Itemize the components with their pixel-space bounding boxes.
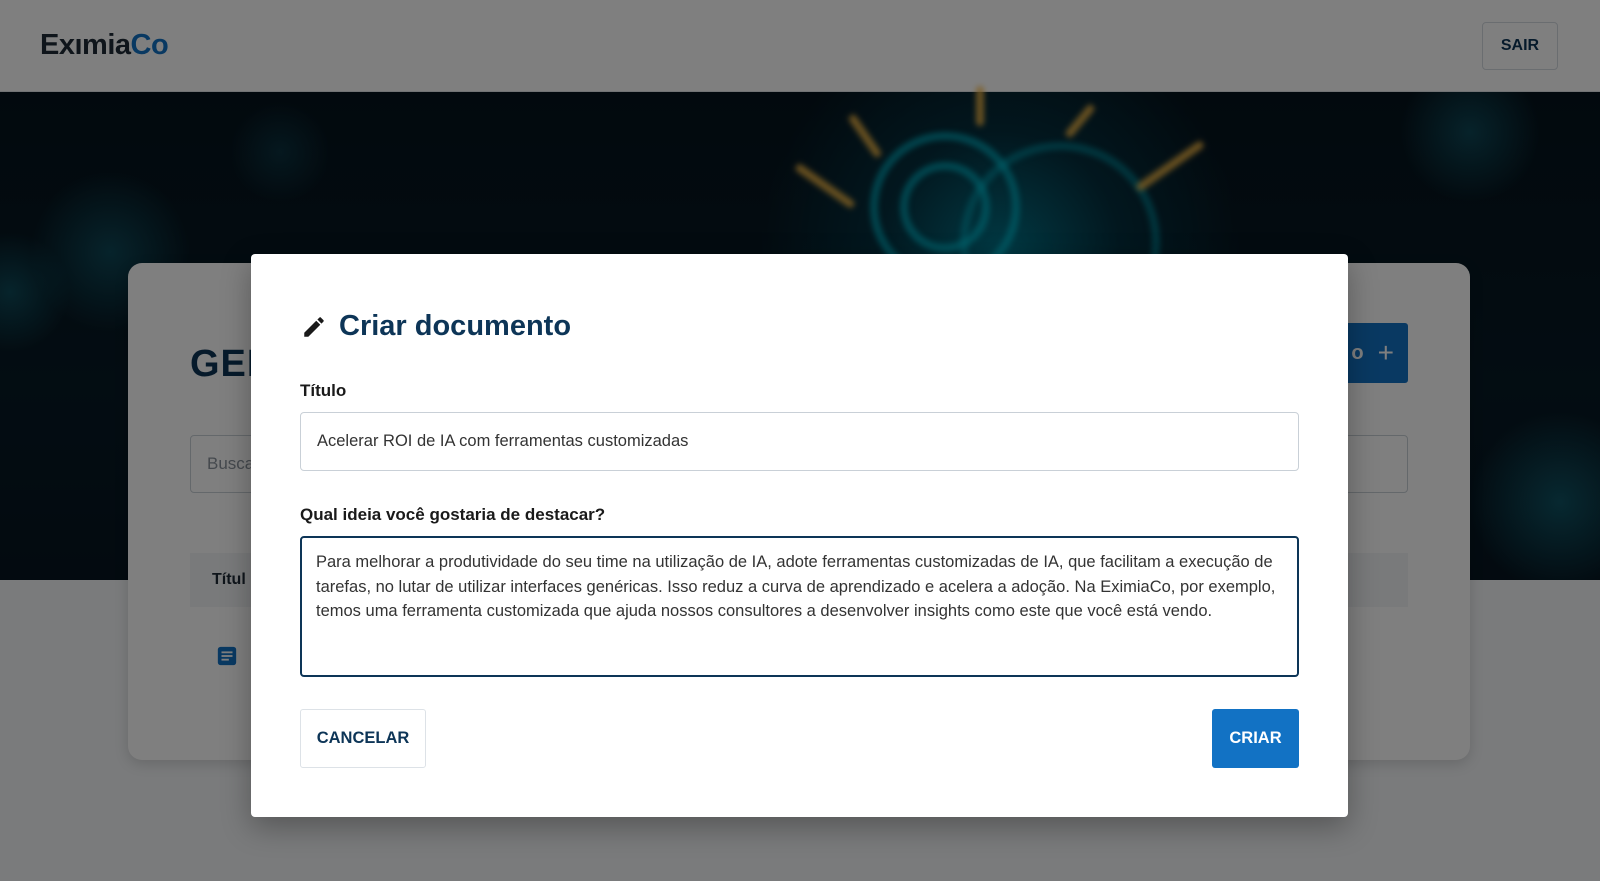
idea-field-label: Qual ideia você gostaria de destacar? bbox=[300, 505, 606, 524]
dialog-header: Criar documento bbox=[301, 310, 571, 343]
pencil-icon bbox=[304, 316, 324, 337]
create-document-dialog: Criar documento Título Qual ideia você g… bbox=[251, 254, 1348, 817]
title-input[interactable] bbox=[300, 412, 1299, 471]
cancel-button[interactable]: CANCELAR bbox=[300, 709, 426, 768]
title-field-label: Título bbox=[300, 381, 347, 400]
page: ExımiaCo SAIR GER o + Títul bbox=[0, 0, 1600, 881]
dialog-title: Criar documento bbox=[339, 310, 572, 342]
create-button[interactable]: CRIAR bbox=[1212, 709, 1299, 768]
idea-textarea[interactable]: Para melhorar a produtividade do seu tim… bbox=[300, 536, 1299, 677]
